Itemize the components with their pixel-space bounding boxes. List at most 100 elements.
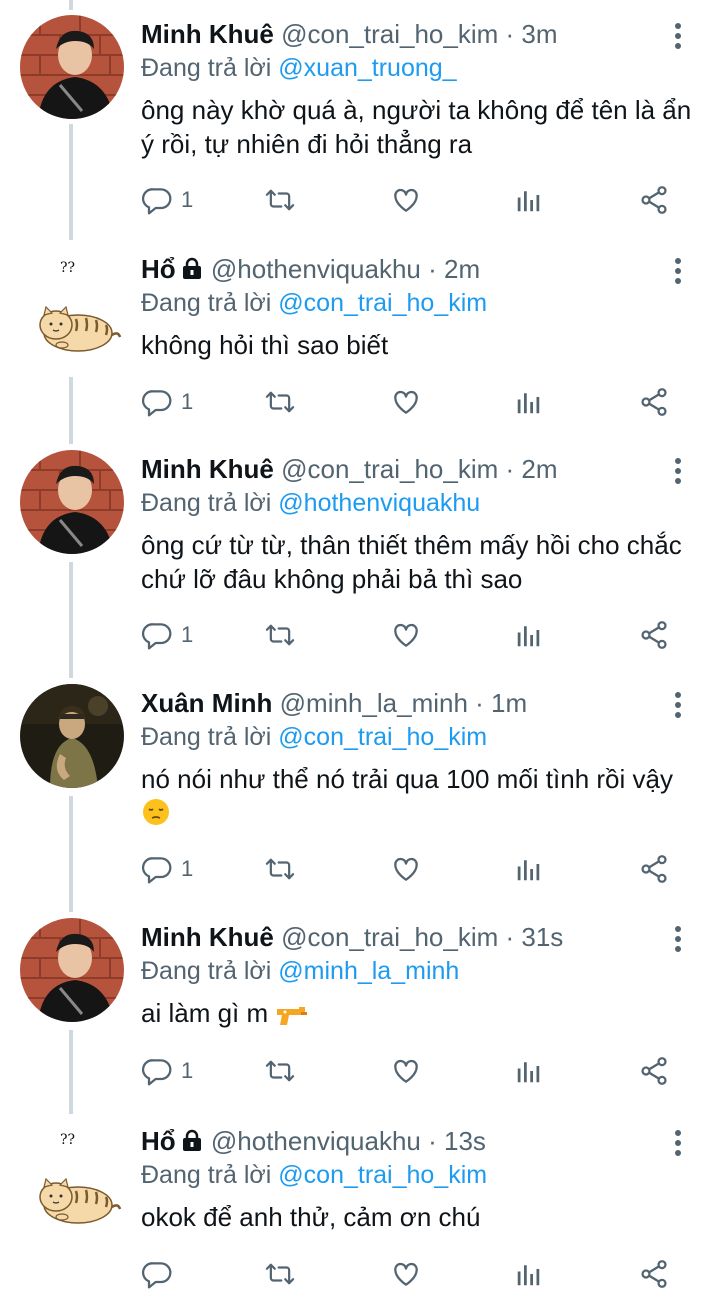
user-handle[interactable]: @con_trai_ho_kim <box>274 454 506 484</box>
more-options-icon[interactable] <box>670 690 686 720</box>
reply-icon <box>141 1258 173 1290</box>
heart-icon <box>390 853 422 885</box>
tweet-text-content: nó nói như thể nó trải qua 100 mối tình … <box>141 764 673 794</box>
mention-link[interactable]: @xuan_truong_ <box>278 54 456 82</box>
like-button[interactable] <box>390 849 422 889</box>
user-handle[interactable]: @minh_la_minh <box>272 688 475 718</box>
display-name[interactable]: Xuân Minh <box>141 688 272 718</box>
user-handle[interactable]: @con_trai_ho_kim <box>274 19 506 49</box>
like-button[interactable] <box>390 382 422 422</box>
retweet-button[interactable] <box>263 1254 297 1294</box>
views-button[interactable] <box>514 180 544 220</box>
reply-button[interactable] <box>141 1254 173 1294</box>
retweet-button[interactable] <box>263 615 297 655</box>
user-handle[interactable]: @hothenviquakhu <box>204 254 428 284</box>
avatar[interactable] <box>20 918 124 1022</box>
share-icon <box>638 853 670 885</box>
more-options-icon[interactable] <box>670 456 686 486</box>
tweet-actions <box>141 1254 681 1294</box>
views-button[interactable] <box>514 1254 544 1294</box>
share-button[interactable] <box>638 180 670 220</box>
separator-dot: · <box>475 688 492 718</box>
display-name[interactable]: Hổ <box>141 1126 176 1156</box>
replying-to-label: Đang trả lời <box>141 1161 279 1189</box>
mention-link[interactable]: @con_trai_ho_kim <box>278 723 487 751</box>
timestamp[interactable]: 1m <box>491 688 527 718</box>
share-icon <box>638 386 670 418</box>
retweet-button[interactable] <box>263 849 297 889</box>
reply-button[interactable]: 1 <box>141 615 193 655</box>
conversation-thread: Minh Khuê @con_trai_ho_kim · 3m Đang trả … <box>0 0 719 1304</box>
display-name[interactable]: Minh Khuê <box>141 19 274 49</box>
share-button[interactable] <box>638 615 670 655</box>
reply-button[interactable]: 1 <box>141 382 193 422</box>
share-button[interactable] <box>638 1254 670 1294</box>
display-name[interactable]: Minh Khuê <box>141 454 274 484</box>
more-options-icon[interactable] <box>670 21 686 51</box>
heart-icon <box>390 1258 422 1290</box>
views-button[interactable] <box>514 849 544 889</box>
mention-link[interactable]: @con_trai_ho_kim <box>278 1161 487 1189</box>
replying-to: Đang trả lời @hothenviquakhu <box>141 486 480 520</box>
reply-icon <box>141 184 173 216</box>
avatar[interactable] <box>20 15 124 119</box>
tweet-text: okok để anh thử, cảm ơn chú <box>141 1200 696 1234</box>
retweet-button[interactable] <box>263 1051 297 1091</box>
reply-button[interactable]: 1 <box>141 1051 193 1091</box>
tweet-actions: 1 <box>141 615 681 655</box>
heart-icon <box>390 386 422 418</box>
tweet-header: Minh Khuê @con_trai_ho_kim · 2m <box>141 452 558 486</box>
views-button[interactable] <box>514 1051 544 1091</box>
views-icon <box>514 1259 544 1289</box>
views-button[interactable] <box>514 382 544 422</box>
timestamp[interactable]: 3m <box>521 19 557 49</box>
display-name[interactable]: Hổ <box>141 254 176 284</box>
mention-link[interactable]: @minh_la_minh <box>278 957 459 985</box>
thread-line <box>69 0 73 10</box>
like-button[interactable] <box>390 1051 422 1091</box>
separator-dot: · <box>505 922 522 952</box>
tweet-text-content: ông này khờ quá à, người ta không để tên… <box>141 95 692 159</box>
avatar[interactable] <box>20 273 124 377</box>
share-button[interactable] <box>638 382 670 422</box>
retweet-icon <box>263 386 297 418</box>
thread-line <box>69 562 73 678</box>
share-button[interactable] <box>638 849 670 889</box>
timestamp[interactable]: 2m <box>521 454 557 484</box>
tweet-text: ông này khờ quá à, người ta không để tên… <box>141 93 696 161</box>
tweet-header: Hổ @hothenviquakhu · 13s <box>141 1124 486 1158</box>
avatar-badge-text: ?? <box>60 260 76 276</box>
tweet-actions: 1 <box>141 849 681 889</box>
like-button[interactable] <box>390 180 422 220</box>
timestamp[interactable]: 31s <box>521 922 563 952</box>
reply-button[interactable]: 1 <box>141 180 193 220</box>
user-handle[interactable]: @con_trai_ho_kim <box>274 922 506 952</box>
replying-to: Đang trả lời @con_trai_ho_kim <box>141 286 487 320</box>
retweet-button[interactable] <box>263 180 297 220</box>
like-button[interactable] <box>390 615 422 655</box>
display-name[interactable]: Minh Khuê <box>141 922 274 952</box>
more-options-icon[interactable] <box>670 924 686 954</box>
more-options-icon[interactable] <box>670 256 686 286</box>
views-button[interactable] <box>514 615 544 655</box>
share-icon <box>638 1055 670 1087</box>
thread-line <box>69 124 73 240</box>
more-options-icon[interactable] <box>670 1128 686 1158</box>
timestamp[interactable]: 2m <box>444 254 480 284</box>
retweet-button[interactable] <box>263 382 297 422</box>
user-handle[interactable]: @hothenviquakhu <box>204 1126 428 1156</box>
reply-count: 1 <box>181 1058 194 1083</box>
like-button[interactable] <box>390 1254 422 1294</box>
reply-count: 1 <box>181 187 194 212</box>
avatar[interactable] <box>20 450 124 554</box>
mention-link[interactable]: @con_trai_ho_kim <box>278 289 487 317</box>
reply-count: 1 <box>181 622 194 647</box>
mention-link[interactable]: @hothenviquakhu <box>278 489 480 517</box>
reply-button[interactable]: 1 <box>141 849 193 889</box>
share-button[interactable] <box>638 1051 670 1091</box>
water-pistol-icon <box>277 1007 308 1025</box>
timestamp[interactable]: 13s <box>444 1126 486 1156</box>
replying-to: Đang trả lời @con_trai_ho_kim <box>141 720 487 754</box>
avatar[interactable] <box>20 1145 124 1249</box>
avatar[interactable] <box>20 684 124 788</box>
